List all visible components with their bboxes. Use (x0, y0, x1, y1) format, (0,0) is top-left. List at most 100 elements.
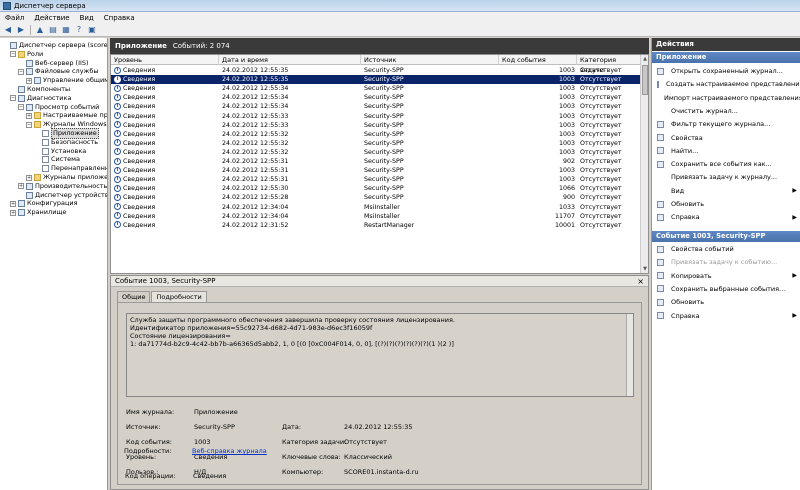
tree-item[interactable]: Приложение (34, 128, 99, 139)
action-item[interactable]: Свойства событий (652, 244, 800, 254)
expand-icon[interactable]: + (26, 174, 32, 181)
menu-help[interactable]: Справка (99, 14, 140, 22)
tree-item[interactable]: − Файловые службы (18, 67, 99, 76)
table-row[interactable]: i Сведения 24.02.2012 12:34:04 MsiInstaller… (111, 203, 641, 212)
table-cell: 24.02.2012 12:55:30 (222, 185, 289, 193)
event-log-help-link[interactable]: Веб-справка журнала (192, 447, 267, 455)
tree-item[interactable]: Безопасность (34, 138, 98, 147)
action-item[interactable]: Сохранить выбранные события... (652, 284, 800, 294)
tree-item[interactable]: + Настраиваемые предс (26, 111, 107, 120)
table-row[interactable]: i Сведения 24.02.2012 12:55:30 Security-SPP… (111, 184, 641, 193)
tab-details[interactable]: Подробности (151, 291, 207, 302)
collapse-icon[interactable]: − (10, 95, 16, 102)
column-header[interactable]: Код события (499, 55, 577, 65)
column-header[interactable]: Дата и время (219, 55, 361, 65)
events-scrollbar[interactable]: ▲ ▼ (640, 55, 648, 273)
tree-item[interactable]: Диспетчер устройств (18, 191, 107, 200)
forward-arrow-icon[interactable]: ▶ (15, 24, 27, 35)
action-item[interactable]: Обновить (652, 199, 800, 209)
expand-icon[interactable]: + (18, 183, 24, 190)
scroll-up-icon[interactable]: ▲ (641, 55, 648, 63)
tree-item[interactable]: + Журналы приложений (26, 173, 107, 182)
tree-item[interactable]: Компоненты (10, 85, 70, 94)
table-row[interactable]: i Сведения 24.02.2012 12:55:34 Security-SPP… (111, 84, 641, 93)
table-row[interactable]: i Сведения 24.02.2012 12:55:32 Security-SPP… (111, 139, 641, 148)
scroll-thumb[interactable] (642, 65, 648, 95)
tree-item[interactable]: + Производительность (18, 182, 107, 191)
collapse-icon[interactable]: − (26, 121, 32, 128)
table-row[interactable]: i Сведения 24.02.2012 12:55:35 Security-SPP… (111, 75, 641, 85)
table-row[interactable]: i Сведения 24.02.2012 12:34:04 MsiInstaller… (111, 212, 641, 221)
show-hide-tree-icon[interactable]: ▤ (47, 24, 59, 35)
action-label: Создать настраиваемое представлени... (666, 80, 800, 89)
table-row[interactable]: i Сведения 24.02.2012 12:55:32 Security-SPP… (111, 148, 641, 157)
expand-icon[interactable]: + (26, 77, 32, 84)
action-item[interactable]: Вид ▶ (652, 186, 800, 196)
menu-view[interactable]: Вид (75, 14, 99, 22)
table-row[interactable]: i Сведения 24.02.2012 12:55:33 Security-SPP… (111, 112, 641, 121)
expand-icon[interactable]: + (10, 209, 16, 216)
tree-item[interactable]: + Конфигурация (10, 199, 78, 208)
table-row[interactable]: i Сведения 24.02.2012 12:55:28 Security-SPP… (111, 193, 641, 202)
tree-item[interactable]: + Хранилище (10, 208, 67, 217)
actions-section-log[interactable]: Приложение (652, 52, 800, 63)
pane-icon[interactable]: ▣ (86, 24, 98, 35)
tree-item[interactable]: − Просмотр событий (18, 103, 99, 112)
collapse-icon[interactable]: − (18, 68, 24, 75)
collapse-icon[interactable]: − (18, 104, 24, 111)
menu-file[interactable]: Файл (0, 14, 29, 22)
table-row[interactable]: i Сведения 24.02.2012 12:55:33 Security-SPP… (111, 121, 641, 130)
expand-icon[interactable]: + (26, 112, 32, 119)
info-icon: i (114, 130, 121, 138)
close-icon[interactable]: × (637, 276, 644, 287)
tree-item[interactable]: Установка (34, 147, 86, 156)
menu-action[interactable]: Действие (29, 14, 74, 22)
tree-item[interactable]: Веб-сервер (IIS) (18, 59, 89, 68)
tree-item[interactable]: Диспетчер сервера (score01) (2, 41, 107, 50)
tree-item[interactable]: Перенаправленны (34, 164, 107, 173)
action-item[interactable]: Открыть сохраненный журнал... (652, 66, 800, 76)
table-row[interactable]: i Сведения 24.02.2012 12:55:31 Security-SPP… (111, 166, 641, 175)
tab-general[interactable]: Общие (117, 291, 151, 302)
action-item[interactable]: Обновить (652, 297, 800, 307)
back-arrow-icon[interactable]: ◀ (2, 24, 14, 35)
table-row[interactable]: i Сведения 24.02.2012 12:31:52 RestartManag… (111, 221, 641, 230)
action-item[interactable]: Свойства (652, 133, 800, 143)
action-item[interactable]: Справка ▶ (652, 311, 800, 321)
table-row[interactable]: i Сведения 24.02.2012 12:55:31 Security-SPP… (111, 175, 641, 184)
tree-item-label: Компоненты (27, 85, 71, 93)
action-item[interactable]: Привязать задачу к журналу... (652, 172, 800, 182)
message-line: Идентификатор приложения=55c92734-d682-4… (130, 324, 373, 332)
column-header[interactable]: Уровень (111, 55, 219, 65)
table-row[interactable]: i Сведения 24.02.2012 12:55:32 Security-SPP… (111, 130, 641, 139)
properties-icon[interactable]: ▦ (60, 24, 72, 35)
action-item[interactable]: Найти... (652, 146, 800, 156)
column-header[interactable]: Источник (361, 55, 499, 65)
action-item[interactable]: Импорт настраиваемого представления (652, 93, 800, 103)
table-row[interactable]: i Сведения 24.02.2012 12:55:35 Security-SPP… (111, 66, 641, 75)
action-item[interactable]: Сохранить все события как... (652, 159, 800, 169)
action-item[interactable]: Фильтр текущего журнала... (652, 119, 800, 129)
action-item[interactable]: Создать настраиваемое представлени... (652, 79, 800, 89)
table-row[interactable]: i Сведения 24.02.2012 12:55:34 Security-SPP… (111, 93, 641, 102)
tree-item[interactable]: + Управление общими р (26, 76, 107, 85)
tree-item[interactable]: Система (34, 155, 80, 164)
expand-icon[interactable]: + (10, 200, 16, 207)
collapse-icon[interactable]: − (10, 51, 16, 58)
action-item[interactable]: Справка ▶ (652, 212, 800, 222)
table-row[interactable]: i Сведения 24.02.2012 12:55:34 Security-SPP… (111, 102, 641, 111)
table-row[interactable]: i Сведения 24.02.2012 12:55:31 Security-SPP… (111, 157, 641, 166)
table-cell: Security-SPP (364, 194, 404, 202)
action-item[interactable]: Привязать задачу к событию... (652, 257, 800, 267)
message-scrollbar[interactable] (626, 314, 633, 396)
tree-item[interactable]: − Диагностика (10, 94, 71, 103)
action-item[interactable]: Очистить журнал... (652, 106, 800, 116)
tree-item[interactable]: − Роли (10, 50, 43, 59)
event-message[interactable]: Служба защиты программного обеспечения з… (126, 313, 634, 397)
help-icon[interactable]: ? (73, 24, 85, 35)
action-item[interactable]: Копировать ▶ (652, 271, 800, 281)
column-header[interactable]: Категория задачи (577, 55, 641, 74)
folder-up-icon[interactable]: ▲ (34, 24, 46, 35)
actions-section-event[interactable]: Событие 1003, Security-SPP (652, 231, 800, 242)
scroll-down-icon[interactable]: ▼ (641, 265, 648, 273)
